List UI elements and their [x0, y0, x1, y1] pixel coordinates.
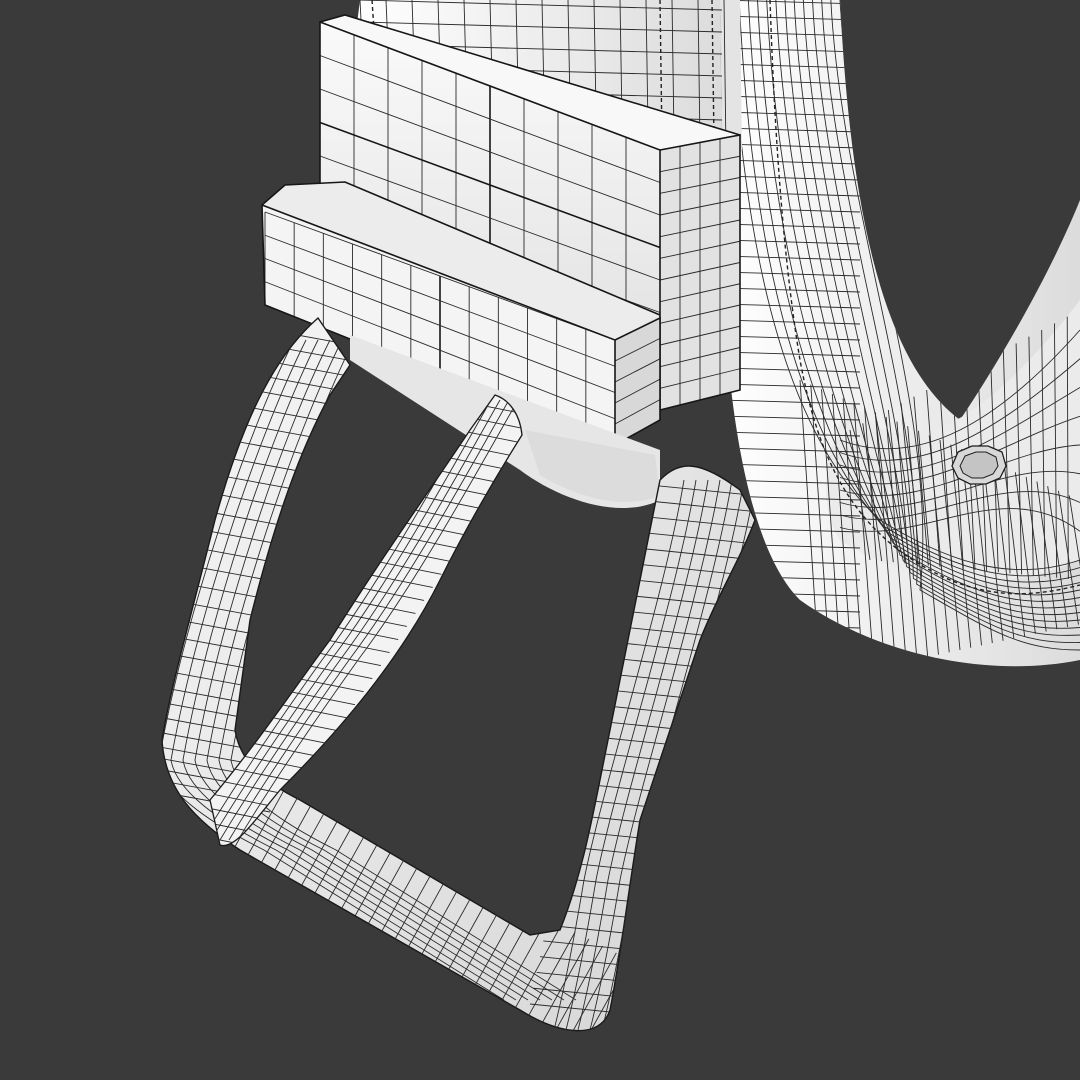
belt-strap-back	[720, 0, 1080, 667]
wireframe-render	[161, 0, 1080, 1032]
render-viewport	[0, 0, 1080, 1080]
belt-hole	[951, 445, 1007, 485]
strap-latitude	[720, 623, 861, 629]
